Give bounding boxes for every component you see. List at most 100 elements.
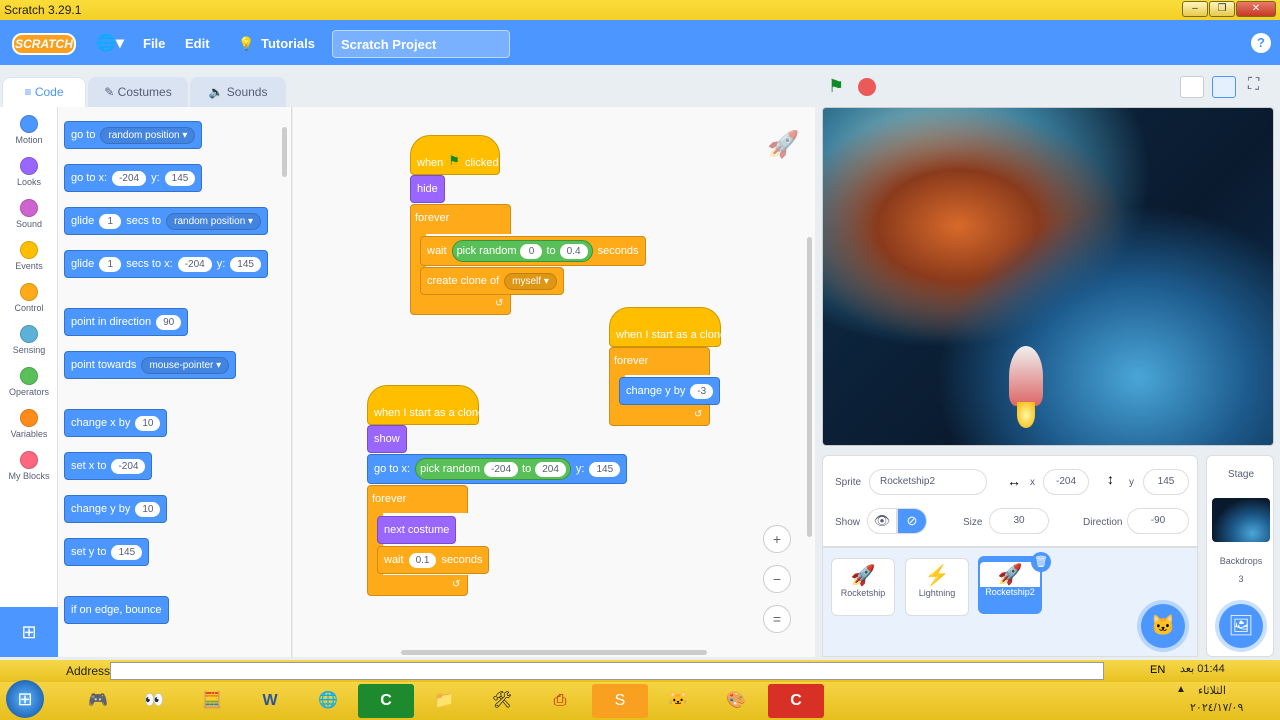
sprite-thumb-rocketship[interactable]: 🚀 Rocketship xyxy=(831,558,895,616)
wait-input[interactable]: 0.1 xyxy=(408,552,437,568)
y-input[interactable]: 145 xyxy=(230,256,261,272)
random-to-input[interactable]: 204 xyxy=(535,461,566,477)
sprite-thumb-lightning[interactable]: ⚡ Lightning xyxy=(905,558,969,616)
taskbar-eyes-icon[interactable]: 👀 xyxy=(126,684,182,718)
project-title-input[interactable]: Scratch Project xyxy=(332,30,510,58)
block-wait-random[interactable]: wait pick random 0 to 0.4 seconds xyxy=(420,236,646,266)
clone-dropdown[interactable]: myself ▾ xyxy=(504,272,557,290)
sprite-name-input[interactable]: Rocketship2 xyxy=(869,469,987,495)
choose-backdrop-button[interactable]: 🖼 xyxy=(1219,604,1263,648)
category-motion[interactable]: Motion xyxy=(0,115,58,145)
go-to-dropdown[interactable]: random position ▾ xyxy=(100,126,196,144)
tab-costumes[interactable]: ✎ Costumes xyxy=(88,77,188,107)
language-indicator[interactable]: EN xyxy=(1150,664,1165,676)
choose-sprite-button[interactable]: 🐱 xyxy=(1141,604,1185,648)
block-change-y[interactable]: change y by 10 xyxy=(64,495,168,523)
block-when-flag-clicked[interactable]: when ⚑ clicked xyxy=(410,135,500,175)
hide-eye-icon[interactable]: ⊘ xyxy=(897,508,927,534)
block-hide[interactable]: hide xyxy=(410,175,445,203)
set-y-input[interactable]: 145 xyxy=(111,544,143,560)
block-wait[interactable]: wait 0.1 seconds xyxy=(377,546,490,574)
block-pick-random[interactable]: pick random -204 to 204 xyxy=(415,458,571,480)
category-looks[interactable]: Looks xyxy=(0,157,58,187)
windows-start-icon[interactable]: ⊞ xyxy=(6,680,44,718)
category-control[interactable]: Control xyxy=(0,283,58,313)
block-go-to[interactable]: go to random position ▾ xyxy=(64,121,203,149)
taskbar-tool-icon[interactable]: 🛠 xyxy=(474,684,530,718)
y-input[interactable]: 145 xyxy=(164,170,196,186)
change-x-input[interactable]: 10 xyxy=(135,415,161,431)
block-show[interactable]: show xyxy=(367,425,407,453)
zoom-out-button[interactable]: − xyxy=(763,565,791,593)
size-input[interactable]: 30 xyxy=(989,508,1049,534)
block-when-clone-start-2[interactable]: when I start as a clone xyxy=(609,307,726,347)
block-pick-random[interactable]: pick random 0 to 0.4 xyxy=(451,240,593,262)
workspace-vscrollbar[interactable] xyxy=(807,237,812,537)
stage-panel[interactable]: Stage Backdrops 3 🖼 xyxy=(1206,455,1274,657)
change-y-input[interactable]: -3 xyxy=(690,383,714,399)
word-icon[interactable]: W xyxy=(242,684,298,718)
category-events[interactable]: Events xyxy=(0,241,58,271)
category-operators[interactable]: Operators xyxy=(0,367,58,397)
zoom-in-button[interactable]: + xyxy=(763,525,791,553)
taskbar-calculator-icon[interactable]: 🧮 xyxy=(184,684,240,718)
chrome-icon[interactable]: 🌐 xyxy=(300,684,356,718)
block-glide-random[interactable]: glide 1 secs to random position ▾ xyxy=(64,207,269,235)
change-y-input[interactable]: 10 xyxy=(135,501,161,517)
edit-menu[interactable]: Edit xyxy=(185,36,210,51)
file-menu[interactable]: File xyxy=(143,36,165,51)
scratch-logo[interactable]: SCRATCH xyxy=(12,33,76,55)
x-input[interactable]: -204 xyxy=(1043,469,1089,495)
stop-icon[interactable] xyxy=(858,78,876,96)
tutorials-button[interactable]: Tutorials xyxy=(261,36,315,51)
category-sound[interactable]: Sound xyxy=(0,199,58,229)
normal-stage-button[interactable] xyxy=(1212,76,1236,98)
x-input[interactable]: -204 xyxy=(177,256,212,272)
globe-icon[interactable]: 🌐▾ xyxy=(96,33,124,53)
block-glide-xy[interactable]: glide 1 secs to x: -204 y: 145 xyxy=(64,250,268,278)
towards-dropdown[interactable]: mouse-pointer ▾ xyxy=(141,356,230,374)
minimize-button[interactable]: – xyxy=(1182,1,1208,17)
maximize-button[interactable]: ❐ xyxy=(1209,1,1235,17)
tray-arrow-icon[interactable]: ▲ xyxy=(1176,684,1186,695)
block-point-towards[interactable]: point towards mouse-pointer ▾ xyxy=(64,351,237,379)
set-x-input[interactable]: -204 xyxy=(111,458,146,474)
category-variables[interactable]: Variables xyxy=(0,409,58,439)
block-change-y-script[interactable]: change y by -3 xyxy=(619,377,721,405)
random-from-input[interactable]: -204 xyxy=(484,461,519,477)
category-my-blocks[interactable]: My Blocks xyxy=(0,451,58,481)
random-to-input[interactable]: 0.4 xyxy=(559,243,588,259)
scratch-cat-icon[interactable]: 🐱 xyxy=(650,684,706,718)
backdrop-thumbnail[interactable] xyxy=(1212,498,1270,542)
direction-input[interactable]: -90 xyxy=(1127,508,1189,534)
workspace-hscrollbar[interactable] xyxy=(401,650,707,655)
block-when-clone-start-3[interactable]: when I start as a clone xyxy=(367,385,484,425)
direction-input[interactable]: 90 xyxy=(156,314,182,330)
y-input[interactable]: 145 xyxy=(589,461,621,477)
address-input[interactable] xyxy=(110,662,1104,680)
camtasia-recorder-icon[interactable]: C xyxy=(768,684,824,718)
glide-dropdown[interactable]: random position ▾ xyxy=(166,212,262,230)
green-flag-icon[interactable]: ⚑ xyxy=(828,76,844,97)
close-button[interactable]: ✕ xyxy=(1236,1,1276,17)
block-change-x[interactable]: change x by 10 xyxy=(64,409,168,437)
block-next-costume[interactable]: next costume xyxy=(377,516,457,544)
y-input[interactable]: 145 xyxy=(1143,469,1189,495)
x-input[interactable]: -204 xyxy=(112,170,147,186)
block-go-to-xy[interactable]: go to x: -204 y: 145 xyxy=(64,164,203,192)
secs-input[interactable]: 1 xyxy=(99,256,122,272)
tab-sounds[interactable]: 🔈 Sounds xyxy=(190,77,286,107)
category-sensing[interactable]: Sensing xyxy=(0,325,58,355)
add-extension-button[interactable]: ⊞ xyxy=(0,607,58,657)
secs-input[interactable]: 1 xyxy=(99,213,122,229)
random-from-input[interactable]: 0 xyxy=(520,243,543,259)
rocket-sprite[interactable] xyxy=(1009,346,1043,406)
stage-canvas[interactable] xyxy=(822,107,1274,446)
help-icon[interactable]: ? xyxy=(1251,33,1271,53)
block-go-to-random-x[interactable]: go to x: pick random -204 to 204 y: 145 xyxy=(367,454,628,484)
block-bounce[interactable]: if on edge, bounce xyxy=(64,596,169,624)
delete-sprite-icon[interactable]: 🗑 xyxy=(1031,552,1051,572)
zoom-reset-button[interactable]: = xyxy=(763,605,791,633)
explorer-icon[interactable]: 📁 xyxy=(416,684,472,718)
paint-icon[interactable]: 🎨 xyxy=(708,684,764,718)
